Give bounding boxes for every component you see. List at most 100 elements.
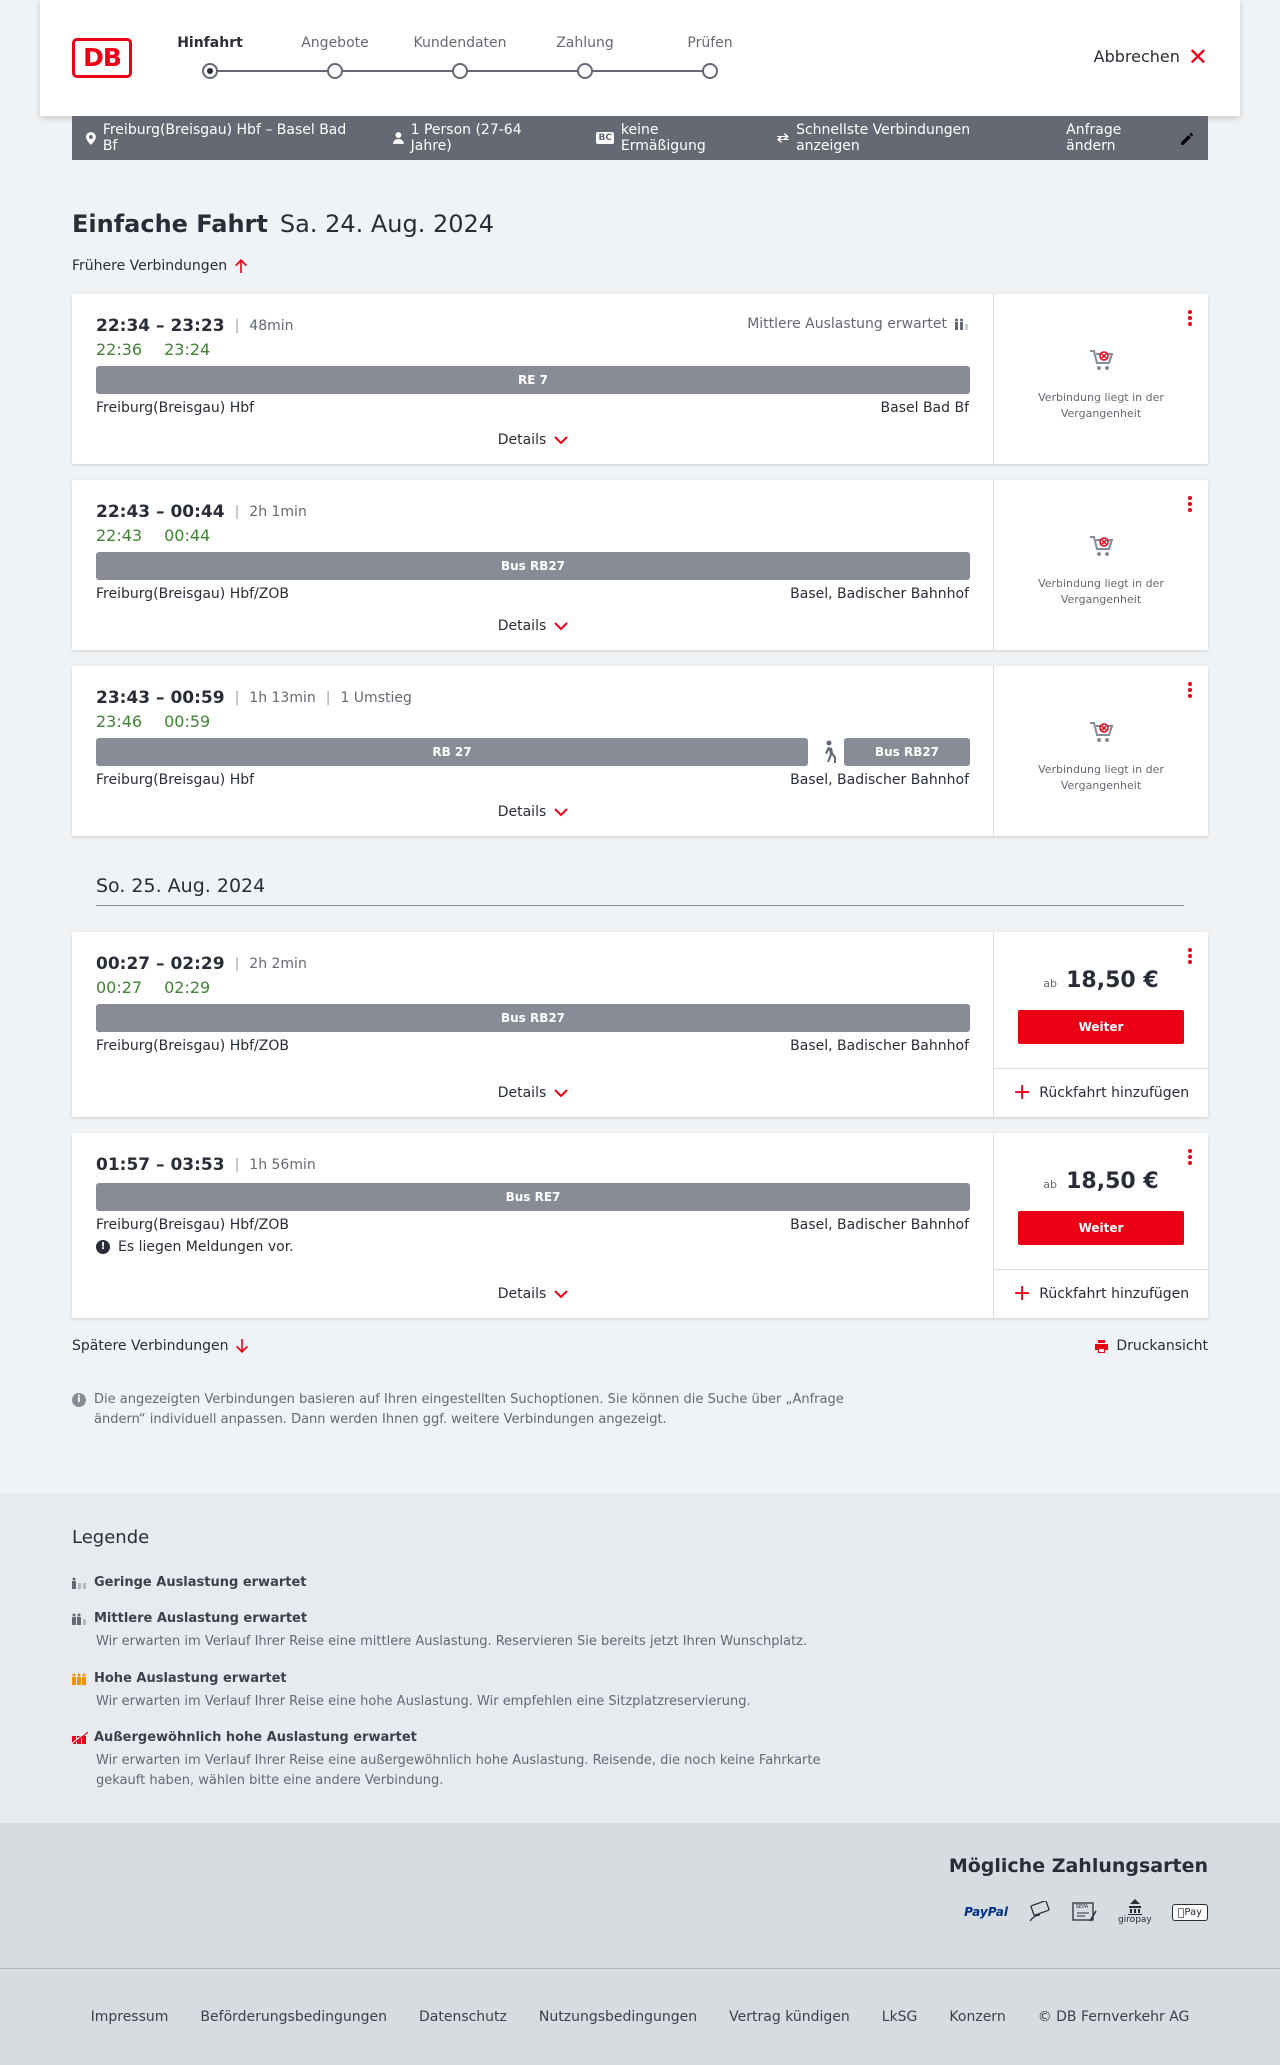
add-return-button[interactable]: + Rückfahrt hinzufügen — [994, 1068, 1208, 1116]
earlier-label: Frühere Verbindungen — [72, 258, 228, 274]
price: ab 18,50 € — [994, 1169, 1208, 1194]
more-options-icon[interactable] — [1188, 948, 1192, 964]
add-return-label: Rückfahrt hinzufügen — [1039, 1285, 1190, 1302]
duration: 2h 2min — [249, 956, 307, 972]
footer-link-vertrag-kuendigen[interactable]: Vertrag kündigen — [729, 2009, 850, 2025]
changes-count: 1 Umstieg — [340, 690, 412, 706]
sepa-icon: SEPA — [1072, 1901, 1098, 1923]
day-separator: So. 25. Aug. 2024 — [96, 875, 1184, 906]
details-toggle[interactable]: Details — [72, 618, 994, 634]
arrow-up-icon — [235, 259, 248, 273]
connection-card[interactable]: 23:43 – 00:59 | 1h 13min | 1 Umstieg 23:… — [72, 666, 1208, 836]
earlier-connections-link[interactable]: Frühere Verbindungen — [72, 258, 248, 274]
print-label: Druckansicht — [1116, 1338, 1208, 1354]
legend: Legende Geringe Auslastung erwartet Mitt… — [0, 1493, 1280, 1823]
departure-station: Freiburg(Breisgau) Hbf/ZOB — [96, 1038, 289, 1054]
step-dot-kundendaten — [452, 63, 468, 79]
footer-link-befoerderungsbedingungen[interactable]: Beförderungsbedingungen — [200, 2009, 387, 2025]
cart-unavailable-icon — [1090, 350, 1114, 370]
footer-link-nutzungsbedingungen[interactable]: Nutzungsbedingungen — [539, 2009, 697, 2025]
giropay-icon: giropay — [1118, 1899, 1152, 1925]
connection-card[interactable]: 22:34 – 23:23 | 48min 22:36 23:24 Mittle… — [72, 294, 1208, 464]
footer-link-konzern[interactable]: Konzern — [949, 2009, 1005, 2025]
connection-card[interactable]: 22:43 – 00:44 | 2h 1min 22:43 00:44 Bus … — [72, 480, 1208, 650]
details-toggle[interactable]: Details — [72, 432, 994, 448]
paypal-icon: PayPal — [964, 1905, 1008, 1919]
price-value: 18,50 € — [1066, 1169, 1159, 1194]
step-pruefen: Prüfen — [687, 35, 733, 51]
more-options-icon[interactable] — [1188, 496, 1192, 512]
step-dot-hinfahrt — [202, 63, 218, 79]
pencil-icon — [1181, 132, 1194, 145]
details-toggle[interactable]: Details — [72, 1085, 994, 1101]
step-dot-angebote — [327, 63, 343, 79]
price: ab 18,50 € — [994, 968, 1208, 993]
footer-link-datenschutz[interactable]: Datenschutz — [419, 2009, 507, 2025]
add-return-button[interactable]: + Rückfahrt hinzufügen — [994, 1269, 1208, 1317]
bus-segment-bar[interactable]: Bus RB27 — [96, 1004, 970, 1032]
later-label: Spätere Verbindungen — [72, 1338, 229, 1354]
close-icon: ✕ — [1187, 42, 1208, 71]
apple-pay-icon: Pay — [1171, 1903, 1208, 1921]
bus-segment-bar[interactable]: Bus RE7 — [96, 1183, 970, 1211]
footer-copyright: © DB Fernverkehr AG — [1037, 2009, 1190, 2025]
connection-times: 22:43 – 00:44 | 2h 1min — [96, 502, 307, 522]
connection-times: 22:34 – 23:23 | 48min — [96, 316, 294, 336]
payment-methods: Mögliche Zahlungsarten PayPal SEPA girop… — [0, 1823, 1280, 1968]
duration: 48min — [249, 318, 294, 334]
edit-request-button[interactable]: Anfrage ändern — [1066, 122, 1194, 154]
legend-item-title: Außergewöhnlich hohe Auslastung erwartet — [94, 1730, 417, 1745]
departure-station: Freiburg(Breisgau) Hbf/ZOB — [96, 586, 289, 602]
realtime-departure: 23:46 — [96, 712, 143, 731]
legend-item: Außergewöhnlich hohe Auslastung erwartet… — [72, 1730, 852, 1791]
occupancy-low-icon — [72, 1577, 86, 1589]
legend-title: Legende — [72, 1527, 150, 1548]
arrival-station: Basel, Badischer Bahnhof — [790, 1038, 969, 1054]
continue-button[interactable]: Weiter — [1018, 1010, 1184, 1044]
legend-item-desc: Wir erwarten im Verlauf Ihrer Reise eine… — [96, 1753, 821, 1788]
arrival-station: Basel, Badischer Bahnhof — [790, 1217, 969, 1233]
bahncard-icon: BC — [596, 132, 614, 144]
departure-station: Freiburg(Breisgau) Hbf — [96, 772, 255, 788]
discount-text: keine Ermäßigung — [620, 122, 706, 154]
legend-item-title: Geringe Auslastung erwartet — [94, 1575, 307, 1590]
connection-card[interactable]: 00:27 – 02:29 | 2h 2min 00:27 02:29 Bus … — [72, 932, 1208, 1117]
price-value: 18,50 € — [1066, 968, 1159, 993]
realtime-departure: 22:36 — [96, 340, 143, 359]
planned-times: 01:57 – 03:53 — [96, 1155, 225, 1175]
more-options-icon[interactable] — [1188, 1149, 1192, 1165]
cancel-button[interactable]: Abbrechen ✕ — [1093, 42, 1208, 71]
persons-summary: 1 Person (27-64 Jahre) — [392, 122, 565, 154]
realtime-arrival: 02:29 — [164, 978, 211, 997]
legend-item: Mittlere Auslastung erwartet Wir erwarte… — [72, 1611, 852, 1652]
train-segment-bar[interactable]: RB 27 — [96, 738, 808, 766]
cancel-label: Abbrechen — [1093, 47, 1180, 66]
connection-card[interactable]: 01:57 – 03:53 | 1h 56min Bus RE7 Freibur… — [72, 1133, 1208, 1318]
details-toggle[interactable]: Details — [72, 1286, 994, 1302]
bus-segment-bar[interactable]: Bus RB27 — [844, 738, 970, 766]
details-toggle[interactable]: Details — [72, 804, 994, 820]
train-segment-bar[interactable]: RE 7 — [96, 366, 970, 394]
print-view-link[interactable]: Druckansicht — [1095, 1338, 1208, 1354]
more-options-icon[interactable] — [1188, 310, 1192, 326]
db-logo[interactable]: DB — [72, 38, 132, 78]
details-label: Details — [497, 432, 547, 448]
chevron-down-icon — [554, 1089, 568, 1098]
trip-type-title: Einfache Fahrt — [72, 210, 268, 238]
footer-link-impressum[interactable]: Impressum — [91, 2009, 169, 2025]
header: DB Hinfahrt Angebote Kundendaten Zahlung… — [40, 0, 1240, 116]
price-prefix: ab — [1043, 977, 1058, 990]
payment-methods-title: Mögliche Zahlungsarten — [948, 1855, 1208, 1877]
location-pin-icon — [86, 131, 96, 145]
swap-arrows-icon — [777, 133, 790, 143]
bus-segment-bar[interactable]: Bus RB27 — [96, 552, 970, 580]
later-connections-link[interactable]: Spätere Verbindungen — [72, 1338, 249, 1354]
realtime-arrival: 00:44 — [164, 526, 211, 545]
route-text: Freiburg(Breisgau) Hbf – Basel Bad Bf — [102, 122, 347, 154]
fastest-summary: Schnellste Verbindungen anzeigen — [777, 122, 1034, 154]
more-options-icon[interactable] — [1188, 682, 1192, 698]
continue-button[interactable]: Weiter — [1018, 1211, 1184, 1245]
footer-link-lksg[interactable]: LkSG — [882, 2009, 918, 2025]
step-angebote: Angebote — [301, 35, 369, 51]
disruption-notice[interactable]: ! Es liegen Meldungen vor. — [96, 1239, 294, 1255]
